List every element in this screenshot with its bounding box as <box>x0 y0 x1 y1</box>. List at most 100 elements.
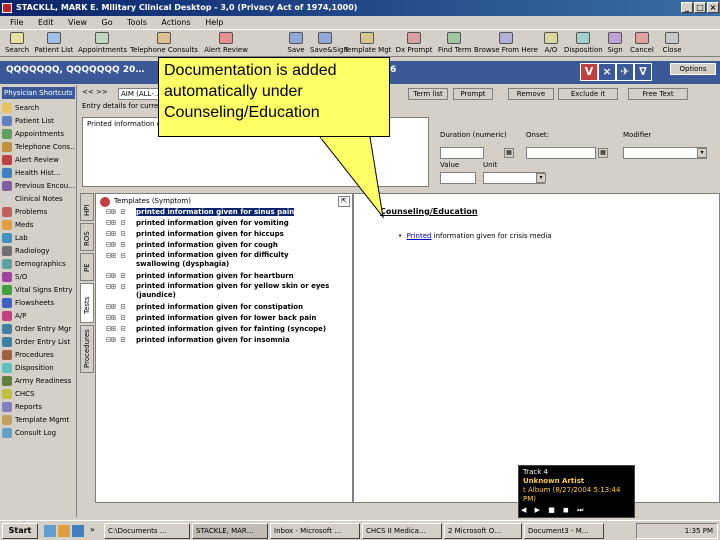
tree-toggle[interactable]: ⊟⊞ ⊟ <box>106 302 125 311</box>
toolbar-sign-button[interactable]: Sign <box>606 31 624 57</box>
shortcut-chcs[interactable]: CHCS <box>2 388 75 401</box>
prompt-button[interactable]: Prompt <box>453 88 493 100</box>
template-item[interactable]: printed information given for insomnia <box>136 336 290 344</box>
toolbar-cancel-button[interactable]: Cancel <box>628 31 656 57</box>
toolbar-browse-button[interactable]: Browse From Here <box>474 31 538 57</box>
shortcut-consult-log[interactable]: Consult Log <box>2 427 75 440</box>
tree-toggle[interactable]: ⊟⊞ ⊟ <box>106 251 125 260</box>
toolbar-template-mgt-button[interactable]: Template Mgt <box>344 31 391 57</box>
shortcut-flowsheets[interactable]: Flowsheets <box>2 297 75 310</box>
quicklaunch-icon[interactable] <box>72 525 84 537</box>
shortcut-clinical-notes[interactable]: Clinical Notes <box>2 193 75 206</box>
term-list-button[interactable]: Term list <box>408 88 448 100</box>
free-text-button[interactable]: Free Text <box>628 88 688 100</box>
printed-link[interactable]: Printed <box>407 232 432 240</box>
tab-tests[interactable]: Tests <box>80 283 94 323</box>
menu-tools[interactable]: Tools <box>127 18 147 27</box>
tree-toggle[interactable]: ⊟⊞ ⊟ <box>106 313 125 322</box>
template-item[interactable]: printed information given for difficulty… <box>136 251 321 269</box>
remove-button[interactable]: Remove <box>508 88 554 100</box>
toolbar-patient-list-button[interactable]: Patient List <box>34 31 74 57</box>
taskbar-item[interactable]: STACKLE, MAR… <box>192 523 268 539</box>
toolbar-telephone-consults-button[interactable]: Telephone Consults <box>130 31 198 57</box>
onset-field[interactable] <box>526 147 596 159</box>
template-item[interactable]: printed information given for heartburn <box>136 272 294 280</box>
media-player-popup[interactable]: Track 4 Unknown Artist t Album (8/27/200… <box>518 465 635 518</box>
shortcut-disposition[interactable]: Disposition <box>2 362 75 375</box>
tree-toggle[interactable]: ⊟⊞ ⊟ <box>106 240 125 249</box>
tree-toggle[interactable]: ⊟⊞ ⊟ <box>106 335 125 344</box>
shortcut-so[interactable]: S/O <box>2 271 75 284</box>
tree-toggle[interactable]: ⊟⊞ ⊟ <box>106 229 125 238</box>
options-button[interactable]: Options <box>670 63 716 75</box>
maximize-button[interactable]: □ <box>694 2 706 13</box>
shortcut-vital-signs[interactable]: Vital Signs Entry <box>2 284 75 297</box>
tab-procedures[interactable]: Procedures <box>80 325 94 373</box>
template-item[interactable]: printed information given for lower back… <box>136 314 316 322</box>
shortcut-procedures[interactable]: Procedures <box>2 349 75 362</box>
menu-edit[interactable]: Edit <box>38 18 54 27</box>
shortcut-army-readiness[interactable]: Army Readiness <box>2 375 75 388</box>
quicklaunch-icon[interactable] <box>58 525 70 537</box>
toolbar-find-term-button[interactable]: Find Term <box>438 31 472 57</box>
shortcut-order-entry-mgr[interactable]: Order Entry Mgr <box>2 323 75 336</box>
tree-toggle[interactable]: ⊟⊞ ⊟ <box>106 207 125 216</box>
quicklaunch-more[interactable]: » <box>90 525 95 534</box>
shortcut-patient-list[interactable]: Patient List <box>2 115 75 128</box>
aircraft-icon[interactable]: ✈ <box>616 63 634 81</box>
shortcut-appointments[interactable]: Appointments <box>2 128 75 141</box>
shortcut-telephone[interactable]: Telephone Cons… <box>2 141 75 154</box>
minimize-button[interactable]: _ <box>681 2 693 13</box>
template-item[interactable]: printed information given for yellow ski… <box>136 282 331 300</box>
template-item[interactable]: printed information given for fainting (… <box>136 325 326 333</box>
shield-icon[interactable]: ∇ <box>634 63 652 81</box>
close-button[interactable]: × <box>707 2 719 13</box>
nav-back-arrows[interactable]: << >> <box>82 88 108 96</box>
exclude-button[interactable]: Exclude it <box>558 88 618 100</box>
shortcut-health-history[interactable]: Health Hist… <box>2 167 75 180</box>
onset-dropdown[interactable]: ▦ <box>598 148 608 158</box>
shortcut-lab[interactable]: Lab <box>2 232 75 245</box>
template-item[interactable]: printed information given for cough <box>136 241 278 249</box>
allergy-icon[interactable]: × <box>598 63 616 81</box>
tree-toggle[interactable]: ⊟⊞ ⊟ <box>106 282 125 291</box>
shortcut-ap[interactable]: A/P <box>2 310 75 323</box>
window-title-bar[interactable]: STACKLL, MARK E. Military Clinical Deskt… <box>0 0 720 16</box>
shortcut-template-mgmt[interactable]: Template Mgmt <box>2 414 75 427</box>
menu-go[interactable]: Go <box>102 18 113 27</box>
taskbar-item[interactable]: Document3 - M… <box>524 523 604 539</box>
taskbar-item[interactable]: CHCS II Medica… <box>362 523 442 539</box>
shortcut-problems[interactable]: Problems <box>2 206 75 219</box>
quicklaunch-icon[interactable] <box>44 525 56 537</box>
value-field[interactable] <box>440 172 476 184</box>
menu-actions[interactable]: Actions <box>161 18 190 27</box>
menu-help[interactable]: Help <box>205 18 223 27</box>
duration-dropdown[interactable]: ▦ <box>504 148 514 158</box>
shortcut-search[interactable]: Search <box>2 102 75 115</box>
shortcut-reports[interactable]: Reports <box>2 401 75 414</box>
template-item[interactable]: printed information given for vomiting <box>136 219 289 227</box>
media-controls[interactable]: ◀ ▶ ■ ◼ ⏭ <box>521 506 633 516</box>
v-flag-icon[interactable]: V <box>580 63 598 81</box>
shortcut-alert-review[interactable]: Alert Review <box>2 154 75 167</box>
shortcut-previous-encounters[interactable]: Previous Encou… <box>2 180 75 193</box>
toolbar-save-sign-button[interactable]: Save&Sign <box>310 31 348 57</box>
menu-file[interactable]: File <box>10 18 23 27</box>
tab-hpi[interactable]: HPI <box>80 193 94 221</box>
modifier-dropdown[interactable]: ▾ <box>697 148 707 158</box>
tree-toggle[interactable]: ⊟⊞ ⊟ <box>106 271 125 280</box>
unit-dropdown[interactable]: ▾ <box>536 173 546 183</box>
toolbar-search-button[interactable]: Search <box>4 31 30 57</box>
tree-toggle[interactable]: ⊟⊞ ⊟ <box>106 218 125 227</box>
menu-view[interactable]: View <box>68 18 87 27</box>
shortcut-order-entry-list[interactable]: Order Entry List <box>2 336 75 349</box>
shortcut-meds[interactable]: Meds <box>2 219 75 232</box>
taskbar-item[interactable]: Inbox - Microsoft … <box>270 523 360 539</box>
tree-toggle[interactable]: ⊟⊞ ⊟ <box>106 324 125 333</box>
shortcut-radiology[interactable]: Radiology <box>2 245 75 258</box>
taskbar-item[interactable]: 2 Microsoft O… <box>444 523 522 539</box>
duration-field[interactable] <box>440 147 484 159</box>
template-item[interactable]: printed information given for sinus pain <box>136 208 295 216</box>
modifier-field[interactable] <box>623 147 707 159</box>
taskbar-item[interactable]: C:\Documents … <box>104 523 190 539</box>
